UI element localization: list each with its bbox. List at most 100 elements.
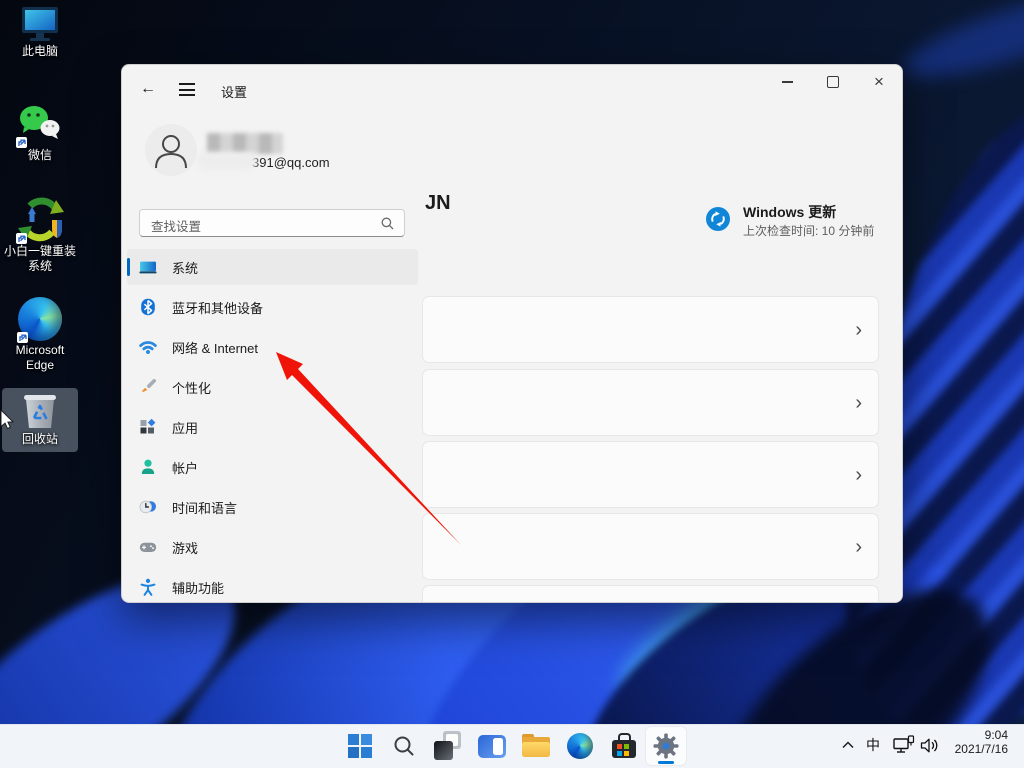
chevron-right-icon: ›: [855, 463, 862, 486]
account-email: 391@qq.com: [252, 155, 330, 170]
tray-show-hidden-icons[interactable]: [836, 733, 860, 757]
settings-row[interactable]: ›: [422, 585, 879, 602]
file-explorer-button[interactable]: [516, 727, 556, 765]
account-name-redacted: [207, 133, 283, 154]
sidebar-item-label: 时间和语言: [172, 500, 238, 516]
sidebar-item-label: 个性化: [172, 380, 212, 396]
file-explorer-icon: [521, 734, 551, 758]
desktop-icon-label: Microsoft: [15, 343, 65, 357]
search-placeholder: 查找设置: [151, 220, 202, 234]
recycle-bin-icon: [24, 395, 56, 428]
chevron-right-icon: ›: [855, 318, 862, 341]
device-name-partial: JN: [425, 192, 451, 214]
settings-row[interactable]: ›: [422, 441, 879, 508]
windows-logo-icon: [348, 734, 372, 758]
tray-ime-indicator[interactable]: 中: [860, 731, 886, 759]
desktop-icon-label: 系统: [27, 259, 52, 273]
apps-icon: [140, 418, 156, 434]
sidebar-item-time-language[interactable]: 时间和语言: [127, 489, 418, 525]
sidebar-item-label: 帐户: [172, 460, 199, 476]
desktop-icon-this-pc[interactable]: 此电脑: [2, 6, 78, 59]
sidebar-item-label: 蓝牙和其他设备: [172, 300, 264, 316]
tray-clock[interactable]: 9:04 2021/7/16: [946, 728, 1008, 766]
desktop-icon-edge[interactable]: Microsoft Edge: [2, 297, 78, 373]
tray-network-icon[interactable]: [890, 732, 918, 758]
minimize-button[interactable]: [764, 65, 810, 99]
gamepad-icon: [139, 542, 157, 552]
widgets-button[interactable]: [472, 727, 512, 765]
navigation-menu-button[interactable]: [179, 83, 195, 97]
desktop-icon-label: Edge: [25, 358, 55, 372]
sidebar-item-label: 系统: [172, 260, 199, 276]
selection-accent: [127, 258, 130, 276]
accounts-icon: [141, 459, 155, 474]
accessibility-icon: [140, 578, 156, 596]
taskbar: 中 9:04 2021/7/16: [0, 724, 1024, 768]
account-section[interactable]: 391@qq.com: [145, 124, 455, 180]
settings-window: ← 设置 × 391@qq.com 查找设置 系统 蓝牙和其他设备 网络 & I…: [121, 64, 903, 603]
sidebar-item-label: 辅助功能: [172, 580, 225, 596]
task-view-button[interactable]: [428, 727, 468, 765]
maximize-icon: [827, 76, 839, 88]
search-input[interactable]: 查找设置: [139, 209, 405, 237]
brush-icon: [142, 378, 157, 393]
shortcut-arrow-icon: [17, 332, 28, 343]
tray-time: 9:04: [984, 728, 1008, 742]
back-button[interactable]: ←: [140, 80, 156, 98]
sidebar-item-system[interactable]: 系统: [127, 249, 418, 285]
sidebar-item-network-internet[interactable]: 网络 & Internet: [127, 329, 418, 365]
edge-icon: [567, 733, 593, 759]
window-title: 设置: [221, 85, 248, 100]
desktop-icon-xiaobai[interactable]: 小白一键重装 系统: [2, 196, 78, 274]
system-icon: [139, 261, 157, 274]
ethernet-icon: [893, 735, 915, 753]
sidebar-item-personalization[interactable]: 个性化: [127, 369, 418, 405]
tray-volume-icon[interactable]: [916, 732, 944, 758]
windows-update-status[interactable]: Windows 更新 上次检查时间: 10 分钟前: [706, 200, 896, 248]
search-icon: [394, 736, 414, 756]
sidebar-item-apps[interactable]: 应用: [127, 409, 418, 445]
task-view-icon: [432, 730, 464, 762]
sidebar-item-label: 网络 & Internet: [172, 340, 258, 356]
windows-update-subtitle: 上次检查时间: 10 分钟前: [743, 224, 875, 238]
settings-row[interactable]: ›: [422, 513, 879, 580]
desktop-icon-label: 回收站: [21, 432, 58, 446]
gear-icon: [653, 733, 679, 759]
edge-button[interactable]: [560, 727, 600, 765]
sidebar-item-accounts[interactable]: 帐户: [127, 449, 418, 485]
sidebar-item-label: 应用: [172, 420, 199, 436]
this-pc-icon: [22, 7, 58, 41]
widgets-icon: [478, 734, 506, 758]
close-button[interactable]: ×: [856, 65, 902, 99]
avatar: [145, 124, 197, 176]
sidebar-item-bluetooth-devices[interactable]: 蓝牙和其他设备: [127, 289, 418, 325]
sidebar-item-label: 游戏: [172, 540, 199, 556]
desktop-icon-wechat[interactable]: 微信: [2, 102, 78, 163]
taskbar-search-button[interactable]: [384, 727, 424, 765]
desktop-icon-label: 小白一键重装: [3, 244, 76, 258]
tray-date: 2021/7/16: [954, 742, 1008, 756]
settings-taskbar-button[interactable]: [646, 727, 686, 765]
windows-update-title: Windows 更新: [743, 204, 837, 220]
windows-update-icon: [706, 207, 730, 231]
chevron-up-icon: [842, 741, 854, 749]
minimize-icon: [781, 81, 793, 83]
sidebar-item-gaming[interactable]: 游戏: [127, 529, 418, 565]
ime-label: 中: [866, 737, 880, 753]
mouse-cursor: [0, 410, 14, 430]
start-button[interactable]: [340, 727, 380, 765]
store-icon: [611, 733, 637, 759]
sidebar-item-accessibility[interactable]: 辅助功能: [127, 569, 418, 602]
account-email-redacted: [197, 152, 257, 170]
store-button[interactable]: [604, 727, 644, 765]
settings-row[interactable]: ›: [422, 296, 879, 363]
desktop-icon-label: 此电脑: [21, 44, 58, 58]
chevron-right-icon: ›: [855, 535, 862, 558]
wifi-icon: [139, 341, 157, 354]
chevron-right-icon: ›: [855, 391, 862, 414]
desktop-screen: 此电脑 微信 小白一键重装 系统 Microsoft Edge 回收站 ← 设置…: [0, 0, 1024, 768]
maximize-button[interactable]: [810, 65, 856, 99]
active-app-indicator: [658, 761, 674, 764]
settings-row[interactable]: ›: [422, 369, 879, 436]
close-icon: ×: [874, 72, 884, 91]
